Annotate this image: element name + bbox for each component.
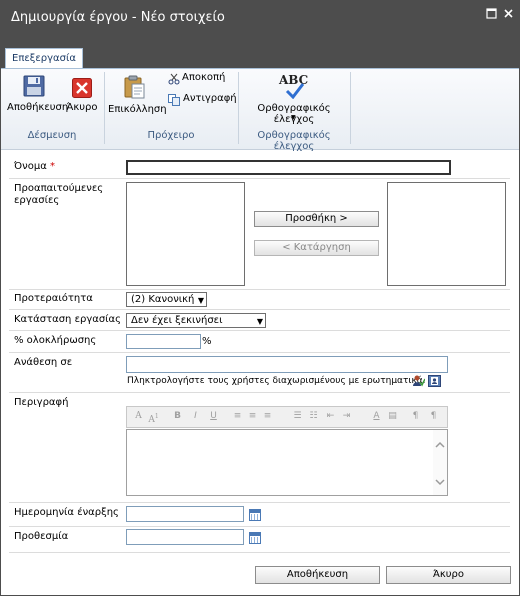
percent-label: % ολοκλήρωσης [14, 335, 97, 346]
tab-edit[interactable]: Επεξεργασία [5, 48, 83, 70]
ribbon-cut-button[interactable]: Αποκοπή [168, 72, 238, 86]
row-divider [9, 526, 510, 527]
required-marker: * [49, 161, 55, 172]
ribbon-paste-button[interactable]: Επικόλληση [108, 75, 167, 117]
ribbon-group-divider [350, 72, 351, 144]
priority-label: Προτεραιότητα [14, 293, 93, 304]
row-divider [9, 178, 510, 179]
name-input[interactable] [126, 160, 451, 175]
rich-text-toolbar: A A1 B I U ≡ ≡ ≡ ☰ ☷ ⇤ ⇥ A ▤ ¶ ¶ [126, 406, 448, 428]
align-left-icon[interactable]: ≡ [231, 410, 244, 423]
scroll-up-icon[interactable] [435, 440, 445, 451]
copy-icon [168, 94, 181, 109]
row-divider [9, 392, 510, 393]
percent-input[interactable] [126, 334, 201, 349]
ribbon-save-button[interactable]: Αποθήκευση [7, 75, 69, 117]
font-icon[interactable]: A [132, 410, 145, 423]
assigned-hint: Πληκτρολογήστε τους χρήστες διαχωρισμένο… [127, 376, 426, 386]
percent-suffix: % [202, 336, 212, 347]
add-predecessor-button[interactable]: Προσθήκη > [254, 211, 379, 227]
scissors-icon [168, 73, 180, 88]
row-divider [9, 309, 510, 310]
address-book-icon[interactable] [428, 375, 441, 390]
priority-select[interactable]: (2) Κανονική ▼ [126, 292, 207, 307]
cancel-icon [72, 78, 92, 101]
save-icon [23, 75, 45, 100]
row-divider [9, 352, 510, 353]
spell-check-icon: ABC [277, 73, 311, 99]
predecessors-label: Προαπαιτούμενες εργασίες [14, 183, 104, 206]
window-title-bar: Δημιουργία έργου - Νέο στοιχείο [0, 0, 520, 36]
background-color-icon[interactable]: ▤ [386, 410, 399, 423]
paste-icon [124, 75, 146, 102]
window-title: Δημιουργία έργου - Νέο στοιχείο [11, 10, 225, 25]
description-label: Περιγραφή [14, 397, 69, 408]
ribbon-spelling-button[interactable]: ABC Ορθογραφικός έλεγχος ▼ [242, 73, 346, 127]
assigned-input[interactable] [126, 356, 448, 373]
cancel-button[interactable]: Άκυρο [386, 566, 511, 584]
chevron-down-icon: ▼ [291, 114, 296, 121]
ribbon-cancel-label: Άκυρο [66, 102, 98, 113]
ltr-direction-icon[interactable]: ¶ [409, 410, 422, 423]
calendar-icon[interactable] [249, 509, 261, 521]
assigned-label: Ανάθεση σε [14, 357, 73, 368]
due-date-input[interactable] [126, 529, 244, 545]
row-divider [9, 330, 510, 331]
chevron-down-icon: ▼ [256, 317, 263, 326]
group-label-clipboard: Πρόχειρο [147, 130, 195, 141]
ribbon-copy-button[interactable]: Αντιγραφή [168, 93, 238, 107]
editor-scrollbar[interactable] [433, 430, 447, 495]
chevron-down-icon: ▼ [197, 296, 204, 305]
italic-icon[interactable]: I [189, 410, 202, 423]
align-center-icon[interactable]: ≡ [246, 410, 259, 423]
ribbon-cancel-button[interactable]: Άκυρο [64, 75, 100, 117]
status-select[interactable]: Δεν έχει ξεκινήσει ▼ [126, 313, 266, 328]
row-divider [9, 289, 510, 290]
start-date-input[interactable] [126, 506, 244, 522]
bold-icon[interactable]: B [171, 410, 184, 423]
row-divider [9, 502, 510, 503]
check-names-icon[interactable] [412, 375, 426, 390]
remove-predecessor-button[interactable]: < Κατάργηση [254, 240, 379, 256]
name-label: Όνομα * [14, 161, 55, 172]
ribbon-cut-label: Αποκοπή [182, 72, 226, 83]
font-size-icon[interactable]: A1 [147, 410, 160, 425]
calendar-icon[interactable] [249, 532, 261, 544]
ribbon-paste-label: Επικόλληση [108, 104, 167, 115]
ribbon-copy-label: Αντιγραφή [183, 93, 237, 104]
status-label: Κατάσταση εργασίας [14, 314, 122, 325]
start-date-label: Ημερομηνία έναρξης [14, 507, 119, 518]
rtl-direction-icon[interactable]: ¶ [427, 410, 440, 423]
selected-predecessors-list[interactable] [387, 182, 506, 286]
description-editor[interactable] [126, 429, 448, 496]
numbered-list-icon[interactable]: ☰ [291, 410, 304, 423]
ribbon-save-label: Αποθήκευση [7, 102, 69, 113]
underline-icon[interactable]: U [207, 410, 220, 423]
scroll-down-icon[interactable] [435, 478, 445, 489]
group-label-spelling: Ορθογραφικός έλεγχος [257, 130, 331, 152]
text-color-icon[interactable]: A [370, 410, 383, 423]
group-label-commit: Δέσμευση [27, 130, 77, 141]
align-right-icon[interactable]: ≡ [261, 410, 274, 423]
increase-indent-icon[interactable]: ⇥ [340, 410, 353, 423]
due-date-label: Προθεσμία [14, 531, 69, 542]
save-button[interactable]: Αποθήκευση [255, 566, 380, 584]
close-icon[interactable] [502, 8, 514, 20]
row-divider [9, 552, 510, 553]
maximize-icon[interactable] [485, 8, 497, 20]
available-predecessors-list[interactable] [126, 182, 245, 286]
bulleted-list-icon[interactable]: ☷ [307, 410, 320, 423]
decrease-indent-icon[interactable]: ⇤ [324, 410, 337, 423]
